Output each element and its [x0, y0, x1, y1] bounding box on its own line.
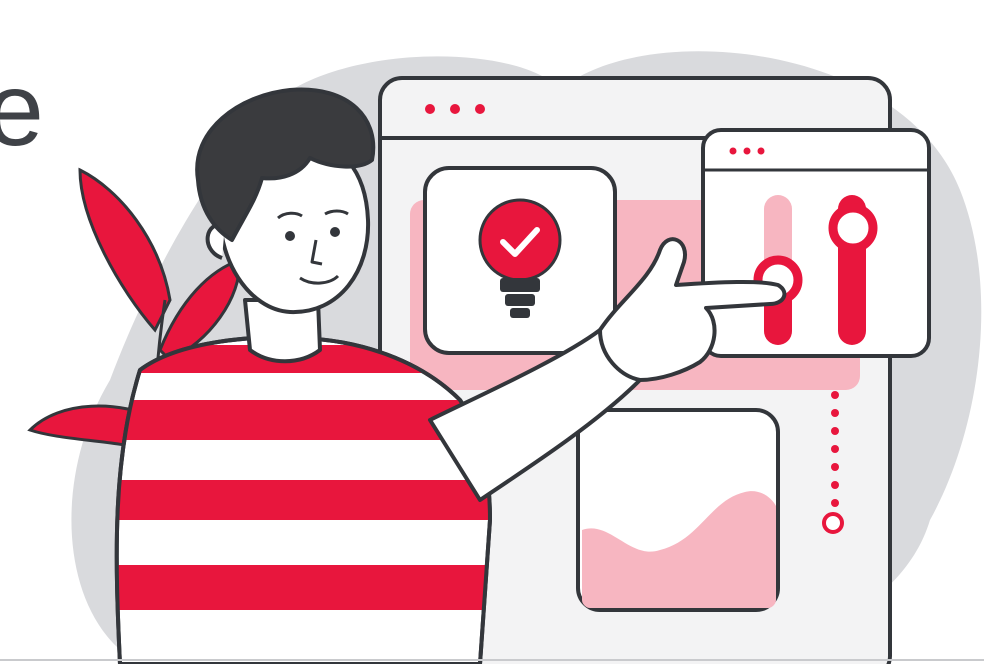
connector-end-icon	[822, 512, 844, 534]
illustration-canvas: e	[0, 0, 984, 664]
slider-window	[701, 128, 931, 358]
illustration-svg	[0, 51, 984, 664]
window-dots-icon	[729, 147, 765, 155]
